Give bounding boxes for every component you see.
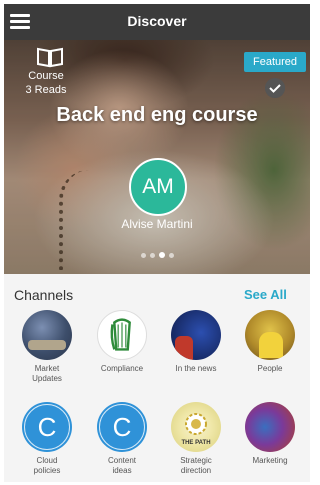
people-image bbox=[245, 310, 295, 360]
channels-heading: Channels bbox=[14, 287, 74, 303]
carousel-dots[interactable] bbox=[4, 245, 310, 263]
check-icon[interactable] bbox=[265, 78, 285, 98]
author-avatar[interactable]: AM bbox=[129, 158, 187, 216]
open-book-icon bbox=[37, 47, 63, 68]
channel-label: People bbox=[257, 364, 283, 373]
carousel-dot[interactable] bbox=[149, 253, 155, 258]
see-all-link[interactable]: See All bbox=[244, 287, 287, 302]
channel-label: Content ideas bbox=[107, 456, 137, 475]
channel-label: Market Updates bbox=[32, 364, 62, 383]
the-path-logo-text: THE PATH bbox=[181, 440, 210, 446]
channel-in-the-news[interactable]: In the news bbox=[158, 310, 234, 374]
channel-market-updates[interactable]: Market Updates bbox=[9, 310, 85, 384]
harp-logo-icon bbox=[97, 310, 147, 360]
market-updates-image bbox=[22, 310, 72, 360]
author-name: Alvise Martini bbox=[121, 217, 193, 231]
carousel-dot-active[interactable] bbox=[158, 252, 165, 258]
channel-people[interactable]: People bbox=[232, 310, 308, 374]
channel-strategic-direction[interactable]: THE PATH Strategic direction bbox=[158, 402, 234, 476]
course-title: Back end eng course bbox=[56, 104, 258, 126]
channel-label: In the news bbox=[175, 364, 217, 373]
featured-badge: Featured bbox=[244, 52, 306, 72]
carousel-dot[interactable] bbox=[168, 253, 174, 258]
channel-compliance[interactable]: Compliance bbox=[84, 310, 160, 374]
letter-c-icon: C bbox=[97, 402, 147, 452]
channel-content-ideas[interactable]: C Content ideas bbox=[84, 402, 160, 476]
top-bar: Discover bbox=[4, 4, 310, 40]
channel-label: Compliance bbox=[100, 364, 144, 373]
course-type-label: Course bbox=[28, 70, 64, 82]
course-reads-count: 3 Reads bbox=[25, 84, 67, 96]
channel-cloud-policies[interactable]: C Cloud policies bbox=[9, 402, 85, 476]
channel-label: Marketing bbox=[252, 456, 288, 465]
channel-label: Strategic direction bbox=[180, 456, 212, 475]
the-path-logo: THE PATH bbox=[171, 402, 221, 452]
app-screen: Discover Course 3 Reads Featured Back en… bbox=[4, 4, 310, 482]
letter-c-icon: C bbox=[22, 402, 72, 452]
featured-course-card[interactable]: Course 3 Reads Featured Back end eng cou… bbox=[4, 40, 310, 274]
page-title: Discover bbox=[127, 13, 187, 29]
carousel-dot[interactable] bbox=[140, 253, 146, 258]
marketing-image bbox=[245, 402, 295, 452]
channel-label: Cloud policies bbox=[33, 456, 61, 475]
channel-marketing[interactable]: Marketing bbox=[232, 402, 308, 466]
news-image bbox=[171, 310, 221, 360]
